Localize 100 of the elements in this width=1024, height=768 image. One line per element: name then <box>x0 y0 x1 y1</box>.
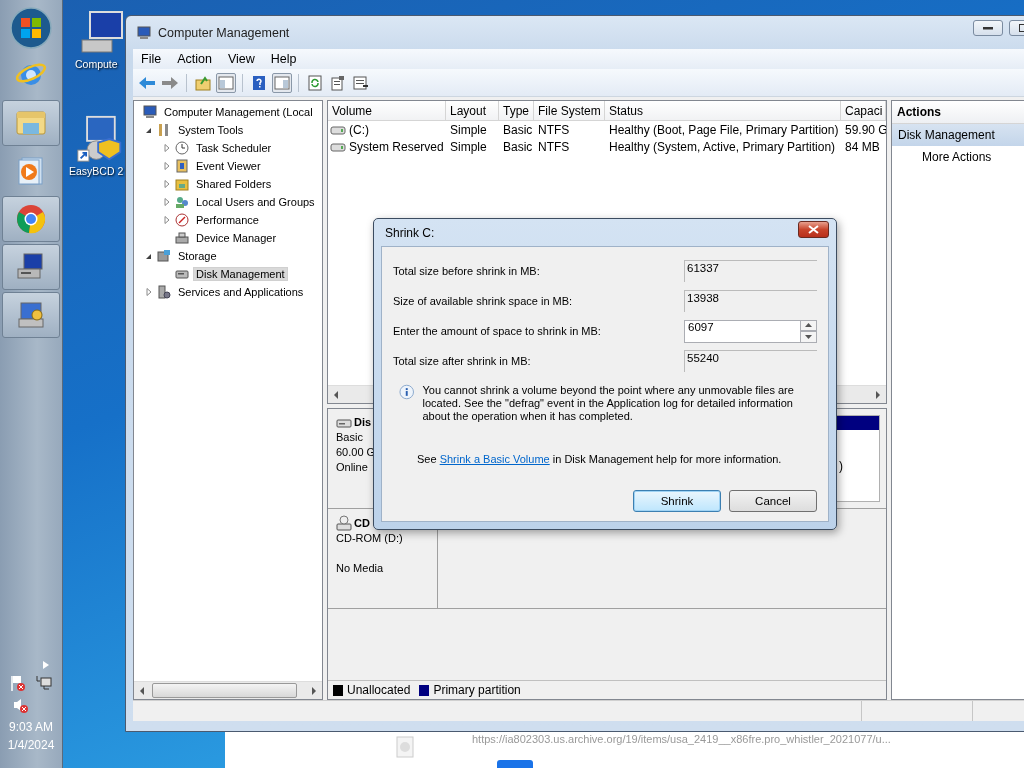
table-cell[interactable]: 84 MB <box>841 138 886 155</box>
tree-node-icon <box>174 194 190 210</box>
tree-node-icon <box>156 284 172 300</box>
folder-icon <box>15 109 47 137</box>
close-button[interactable] <box>798 221 829 238</box>
menu-item[interactable]: Action <box>169 52 220 66</box>
dialog-title: Shrink C: <box>385 225 435 240</box>
table-cell[interactable]: Simple <box>446 121 499 138</box>
table-cell[interactable]: Simple <box>446 138 499 155</box>
table-cell[interactable]: (C:) <box>349 122 369 137</box>
scroll-thumb[interactable] <box>152 683 297 698</box>
spin-down-button[interactable] <box>800 331 817 343</box>
tree-item[interactable]: Performance <box>193 213 262 227</box>
table-cell[interactable]: Healthy (Boot, Page File, Primary Partition) <box>605 121 841 138</box>
column-header[interactable]: Type <box>499 101 534 121</box>
menu-item[interactable]: View <box>219 52 263 66</box>
tree-item[interactable]: Services and Applications <box>175 285 307 299</box>
taskbar-button[interactable] <box>2 196 60 242</box>
shrink-amount-field[interactable]: 6097 <box>684 319 800 343</box>
tree-item[interactable]: Device Manager <box>193 231 280 245</box>
partition-text: ) <box>838 459 844 473</box>
help-text: See Shrink a Basic Volume in Disk Management help for more information. <box>417 453 783 465</box>
tree-node-icon <box>174 176 190 192</box>
field-label: Total size after shrink in MB: <box>393 355 532 367</box>
table-cell[interactable]: Basic <box>499 138 534 155</box>
tree-node-icon <box>142 104 158 120</box>
tree-item[interactable]: Storage <box>175 249 220 263</box>
minimize-icon[interactable] <box>983 25 993 30</box>
disk-type: CD-ROM (D:) <box>336 531 403 546</box>
app-shortcut-icon[interactable] <box>76 115 124 163</box>
document-icon <box>395 736 415 758</box>
column-header[interactable]: Layout <box>446 101 499 121</box>
field-label: Total size before shrink in MB: <box>393 265 541 277</box>
taskbar-button[interactable] <box>2 100 60 146</box>
tree-node-icon <box>174 158 190 174</box>
readonly-field: 55240 <box>684 350 817 372</box>
tree-item[interactable]: Event Viewer <box>193 159 264 173</box>
window-title: Computer Management <box>158 25 290 40</box>
up-arrow-icon[interactable] <box>805 323 812 328</box>
table-cell[interactable]: Healthy (System, Active, Primary Partition) <box>605 138 841 155</box>
flag-error-icon[interactable] <box>9 674 27 692</box>
column-header[interactable]: Capaci <box>841 101 886 121</box>
minimize-button[interactable] <box>973 19 1003 36</box>
column-header[interactable]: File System <box>534 101 605 121</box>
action-pane-button[interactable] <box>272 72 292 93</box>
volume-icon <box>330 124 346 135</box>
table-cell[interactable]: System Reserved <box>349 139 444 154</box>
tree-item[interactable]: Task Scheduler <box>193 141 275 155</box>
tree-item[interactable]: Computer Management (Local <box>161 105 316 119</box>
cd-drive-icon <box>336 515 352 531</box>
disk-status: No Media <box>336 561 384 576</box>
readonly-field: 13938 <box>684 290 817 312</box>
browser-icon <box>15 203 47 235</box>
tree-node-icon <box>156 248 172 264</box>
dialog-button[interactable]: Cancel <box>729 490 817 512</box>
menu-item[interactable]: Help <box>262 52 305 66</box>
table-cell[interactable]: NTFS <box>534 138 605 155</box>
desktop-icon-label[interactable]: EasyBCD 2 <box>69 165 124 177</box>
tree-node-icon <box>174 230 190 246</box>
network-icon[interactable] <box>35 674 53 692</box>
disk-type: Basic <box>336 430 363 445</box>
info-icon <box>399 384 415 400</box>
desktop-icon-label[interactable]: Compute <box>75 58 118 70</box>
disk-status: Online <box>336 460 368 475</box>
close-icon[interactable] <box>808 225 819 234</box>
tree-item[interactable]: Local Users and Groups <box>193 195 318 209</box>
table-cell[interactable]: NTFS <box>534 121 605 138</box>
app-icon <box>136 24 152 41</box>
disk-name[interactable]: Dis <box>354 415 372 430</box>
column-header[interactable]: Volume <box>328 101 446 121</box>
start-button[interactable] <box>9 6 53 50</box>
tree-item[interactable]: Disk Management <box>193 267 288 281</box>
tree-node-icon <box>174 140 190 156</box>
volume-icon <box>330 141 346 152</box>
table-cell[interactable]: 59.90 G <box>841 121 886 138</box>
field-label: Enter the amount of space to shrink in MB: <box>393 325 602 337</box>
info-text: You cannot shrink a volume beyond the point where any unmovable files are located. See the "defrag" event in the Application log for detailed information about the operation when it has completed. <box>422 384 795 423</box>
partition-block[interactable]: ) <box>836 415 880 502</box>
action-link[interactable]: More Actions <box>892 146 1024 168</box>
taskbar-button[interactable] <box>2 292 60 338</box>
help-link[interactable]: Shrink a Basic Volume <box>439 453 550 465</box>
legend-label: Unallocated <box>347 683 411 697</box>
console-tree-button[interactable] <box>216 72 236 93</box>
speaker-muted-icon[interactable] <box>12 696 30 714</box>
table-cell[interactable]: Basic <box>499 121 534 138</box>
menu-item[interactable]: File <box>133 52 170 66</box>
dialog-button[interactable]: Shrink <box>633 490 721 512</box>
computer-icon <box>15 299 47 331</box>
refresh-button[interactable] <box>305 72 325 93</box>
horizontal-scrollbar[interactable] <box>134 681 322 699</box>
disk-name[interactable]: CD <box>354 515 370 531</box>
partition-header-bar <box>837 416 879 430</box>
spin-up-button[interactable] <box>800 319 817 331</box>
column-header[interactable]: Status <box>605 101 841 121</box>
actions-section-header[interactable]: Disk Management <box>892 124 1024 146</box>
down-arrow-icon[interactable] <box>805 334 812 339</box>
tree-item[interactable]: System Tools <box>175 123 247 137</box>
tree-item[interactable]: Shared Folders <box>193 177 275 191</box>
media-player-icon <box>17 156 45 186</box>
taskbar-button[interactable] <box>2 244 60 290</box>
